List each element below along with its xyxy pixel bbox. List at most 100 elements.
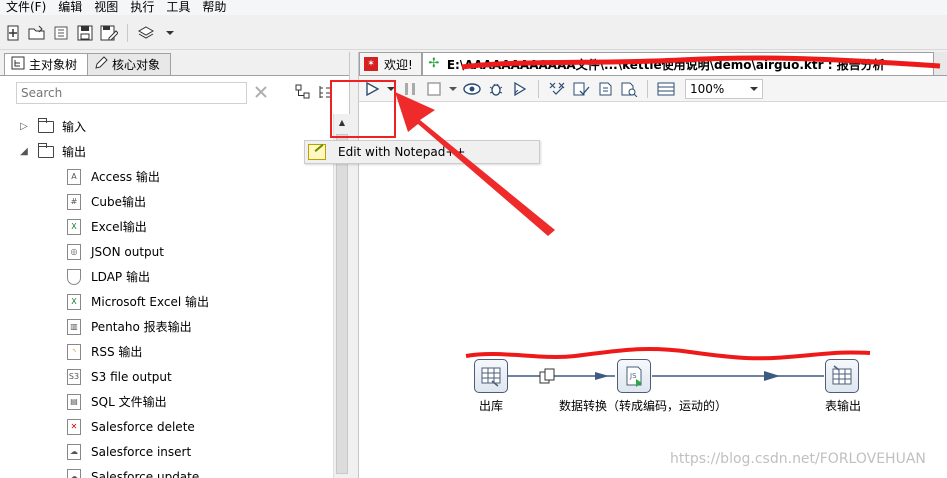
expand-all-icon[interactable] [295, 84, 311, 103]
clear-search-icon[interactable] [253, 84, 269, 103]
tree-step-label: RSS 输出 [91, 345, 143, 359]
tree-step-label: Cube输出 [91, 195, 146, 209]
new-file-icon[interactable] [4, 24, 22, 42]
notepad-plus-plus-icon [308, 144, 326, 160]
layers-dropdown-icon[interactable] [161, 24, 179, 42]
tree-folder-label: 输入 [62, 120, 87, 134]
menu-help[interactable]: 帮助 [196, 0, 232, 15]
search-row [0, 76, 349, 110]
tree-step-pentaho-report-output[interactable]: ▥ Pentaho 报表输出 [0, 314, 333, 339]
tree-folder-input[interactable]: ▷ 输入 [0, 114, 333, 139]
open-folder-icon[interactable] [28, 24, 46, 42]
tab-transformation-label: E:\AAAAAAAAAAAA文件\...\kettle使用说明\demo\ai… [446, 57, 885, 72]
explore-repository-icon[interactable] [52, 24, 70, 42]
zoom-select[interactable]: 100% [685, 78, 763, 99]
tree-step-label: SQL 文件输出 [91, 395, 167, 409]
menu-view[interactable]: 视图 [88, 0, 124, 15]
transformation-icon: ✢ [428, 56, 440, 71]
tree-step-ldap-output[interactable]: LDAP 输出 [0, 264, 333, 289]
zoom-value: 100% [690, 81, 725, 96]
script-icon: JS [626, 366, 642, 387]
menu-tools[interactable]: 工具 [160, 0, 196, 15]
tab-main-object-tree-label: 主对象树 [29, 58, 78, 72]
stop-icon[interactable] [425, 80, 443, 98]
impact-icon[interactable] [572, 80, 590, 98]
canvas-toolbar: 100% [359, 76, 947, 102]
tree-step-sql-file-output[interactable]: ▤ SQL 文件输出 [0, 389, 333, 414]
layers-icon[interactable] [137, 24, 155, 42]
context-menu-edit-with-notepad[interactable]: Edit with Notepad++ [338, 145, 465, 159]
tree-icon [11, 56, 25, 73]
tree-step-rss-output[interactable]: ◝ RSS 输出 [0, 339, 333, 364]
tree-step-excel-output[interactable]: X Excel输出 [0, 214, 333, 239]
tree-step-label: Microsoft Excel 输出 [91, 295, 210, 309]
save-icon[interactable] [76, 24, 94, 42]
search-input[interactable] [16, 82, 247, 104]
tree-step-access-output[interactable]: A Access 输出 [0, 164, 333, 189]
svg-text:JS: JS [629, 372, 637, 380]
debug-icon[interactable] [487, 80, 505, 98]
tree-step-label: JSON output [91, 244, 164, 259]
tree-step-s3-file-output[interactable]: S3 S3 file output [0, 364, 333, 389]
copy-rows-icon[interactable] [539, 368, 557, 387]
tree-step-label: Excel输出 [91, 220, 147, 234]
tree-step-salesforce-delete[interactable]: ✕ Salesforce delete [0, 414, 333, 439]
verify-icon[interactable] [548, 80, 566, 98]
menu-edit[interactable]: 编辑 [52, 0, 88, 15]
step-table-input[interactable] [474, 359, 508, 393]
tab-core-objects[interactable]: 核心对象 [88, 53, 172, 75]
tree-step-salesforce-update[interactable]: ☁ Salesforce update [0, 464, 333, 478]
scroll-up-icon[interactable]: ▲ [334, 114, 350, 131]
scroll-thumb[interactable] [336, 134, 348, 474]
step-table-output[interactable] [825, 359, 859, 393]
run-dropdown-icon[interactable] [387, 80, 395, 98]
tree-step-label: Access 输出 [91, 170, 160, 184]
toolbar-separator [538, 79, 539, 98]
left-panel-tabs: 主对象树 核心对象 [0, 52, 349, 76]
preview-icon[interactable] [463, 80, 481, 98]
tab-welcome[interactable]: ✶ 欢迎! [359, 52, 422, 75]
tree-step-salesforce-insert[interactable]: ☁ Salesforce insert [0, 439, 333, 464]
tree-step-microsoft-excel-output[interactable]: X Microsoft Excel 输出 [0, 289, 333, 314]
tree-step-json-output[interactable]: ◎ JSON output [0, 239, 333, 264]
salesforce-icon: ✕ [67, 418, 81, 435]
salesforce-icon: ☁ [67, 443, 81, 460]
save-as-icon[interactable] [100, 24, 118, 42]
tab-main-object-tree[interactable]: 主对象树 [4, 53, 89, 75]
editor-tabs: ✶ 欢迎! ✢ E:\AAAAAAAAAAAA文件\...\kettle使用说明… [359, 52, 947, 76]
menu-file[interactable]: 文件(F) [0, 0, 52, 15]
object-tree: ▷ 输入 ◢ 输出 A Access 输出 # Cube输出 X Excel输出… [0, 114, 333, 478]
pause-icon[interactable] [401, 80, 419, 98]
step-table-input-label: 出库 [479, 399, 504, 413]
folder-icon [38, 142, 54, 158]
replay-icon[interactable] [511, 80, 529, 98]
pencil-icon [94, 56, 108, 73]
menu-bar: 文件(F) 编辑 视图 执行 工具 帮助 [0, 0, 947, 15]
collapse-arrow-icon[interactable]: ◢ [16, 146, 32, 157]
tree-scrollbar[interactable]: ▲ [333, 114, 350, 478]
excel-icon: X [67, 218, 81, 235]
step-script[interactable]: JS [617, 359, 651, 393]
tree-folder-output[interactable]: ◢ 输出 [0, 139, 333, 164]
menu-run[interactable]: 执行 [124, 0, 160, 15]
access-icon: A [67, 168, 81, 185]
main-toolbar [0, 16, 947, 50]
tree-step-cube-output[interactable]: # Cube输出 [0, 189, 333, 214]
run-icon[interactable] [363, 80, 381, 98]
left-panel: 主对象树 核心对象 ▷ 输入 ◢ 输出 [0, 52, 350, 478]
explore-db-icon[interactable] [620, 80, 638, 98]
folder-icon [38, 117, 54, 133]
excel-icon: X [67, 293, 81, 310]
show-results-icon[interactable] [657, 80, 675, 98]
sql-icon[interactable] [596, 80, 614, 98]
expand-arrow-icon[interactable]: ▷ [16, 121, 32, 132]
tab-transformation[interactable]: ✢ E:\AAAAAAAAAAAA文件\...\kettle使用说明\demo\… [421, 52, 934, 75]
s3-icon: S3 [67, 368, 81, 385]
chevron-down-icon [750, 86, 758, 91]
collapse-all-icon[interactable] [317, 84, 333, 103]
hop-arrow-1 [595, 372, 609, 380]
tree-step-label: Salesforce delete [91, 419, 195, 434]
salesforce-icon: ☁ [67, 468, 81, 478]
sql-icon: ▤ [67, 393, 81, 410]
stop-dropdown-icon[interactable] [449, 80, 457, 98]
